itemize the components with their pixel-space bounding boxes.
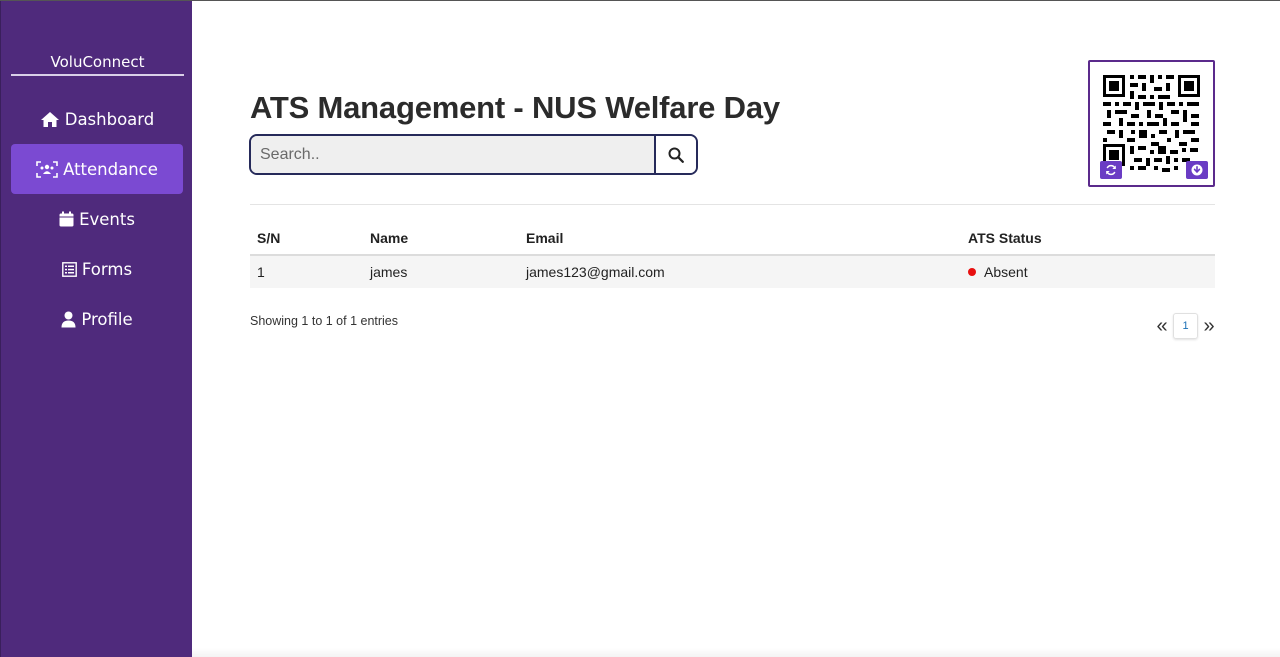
attendance-icon <box>36 160 58 178</box>
attendance-table: S/N Name Email ATS Status 1 james james1… <box>250 221 1215 288</box>
column-header-ats-status[interactable]: ATS Status <box>961 221 1215 256</box>
brand-logo[interactable]: VoluConnect <box>11 53 184 76</box>
sidebar-item-label: Events <box>79 209 135 229</box>
calendar-icon <box>59 211 74 227</box>
table-header-row: S/N Name Email ATS Status <box>250 221 1215 256</box>
sidebar-item-attendance[interactable]: Attendance <box>11 144 183 194</box>
sidebar-item-label: Attendance <box>63 159 158 179</box>
cell-email: james123@gmail.com <box>519 255 961 288</box>
status-label: Absent <box>984 264 1028 280</box>
refresh-icon <box>1106 164 1116 176</box>
search-bar <box>249 134 698 175</box>
search-icon <box>668 147 684 163</box>
column-header-name[interactable]: Name <box>363 221 519 256</box>
sidebar-item-label: Forms <box>81 259 133 279</box>
status-dot-icon <box>968 268 976 276</box>
sidebar-item-forms[interactable]: Forms <box>11 244 183 294</box>
sidebar: VoluConnect Dashboard Attendance Events <box>0 1 192 657</box>
pagination: « 1 » <box>1153 313 1218 339</box>
qr-download-button[interactable] <box>1186 161 1208 179</box>
download-icon <box>1191 164 1203 176</box>
sidebar-item-label: Dashboard <box>64 109 155 129</box>
column-header-sn[interactable]: S/N <box>250 221 363 256</box>
bottom-shadow <box>192 648 1280 657</box>
qr-refresh-button[interactable] <box>1100 161 1122 179</box>
sidebar-item-dashboard[interactable]: Dashboard <box>11 94 183 144</box>
pagination-page-1[interactable]: 1 <box>1173 313 1198 339</box>
form-icon <box>62 261 77 277</box>
pagination-prev-button[interactable]: « <box>1153 315 1171 338</box>
home-icon <box>40 111 59 127</box>
search-button[interactable] <box>654 136 696 173</box>
table-row: 1 james james123@gmail.com Absent <box>250 255 1215 288</box>
pagination-next-button[interactable]: » <box>1200 315 1218 338</box>
cell-sn: 1 <box>250 255 363 288</box>
entries-info: Showing 1 to 1 of 1 entries <box>250 314 399 328</box>
column-header-email[interactable]: Email <box>519 221 961 256</box>
page-title: ATS Management - NUS Welfare Day <box>250 90 780 125</box>
sidebar-item-profile[interactable]: Profile <box>11 294 183 344</box>
cell-name: james <box>363 255 519 288</box>
qr-code-panel <box>1088 60 1215 187</box>
cell-ats-status: Absent <box>961 255 1215 288</box>
sidebar-item-label: Profile <box>81 309 133 329</box>
section-divider <box>250 204 1215 205</box>
sidebar-item-events[interactable]: Events <box>11 194 183 244</box>
search-input[interactable] <box>251 136 654 173</box>
user-icon <box>61 311 76 327</box>
